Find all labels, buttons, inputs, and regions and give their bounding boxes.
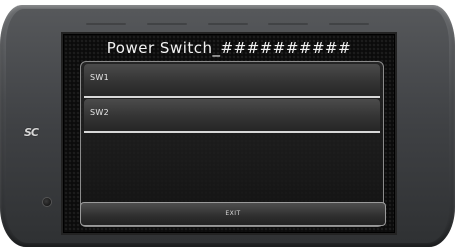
- display-screen: Power Switch_########## SW1 SW2 EXIT: [63, 34, 395, 233]
- ambient-sensor-icon: [43, 198, 51, 206]
- list-item-sw1[interactable]: SW1: [84, 64, 380, 98]
- exit-button[interactable]: EXIT: [80, 202, 386, 226]
- list-item-label: SW2: [90, 108, 109, 117]
- device-bezel: SC Power Switch_########## SW1 SW2 EXIT: [0, 5, 455, 247]
- list-item-sw2[interactable]: SW2: [84, 99, 380, 133]
- page-title: Power Switch_##########: [106, 39, 352, 57]
- sc-logo-icon: SC: [24, 126, 39, 139]
- list-item-label: SW1: [90, 73, 109, 82]
- bezel-ridges: [86, 15, 369, 33]
